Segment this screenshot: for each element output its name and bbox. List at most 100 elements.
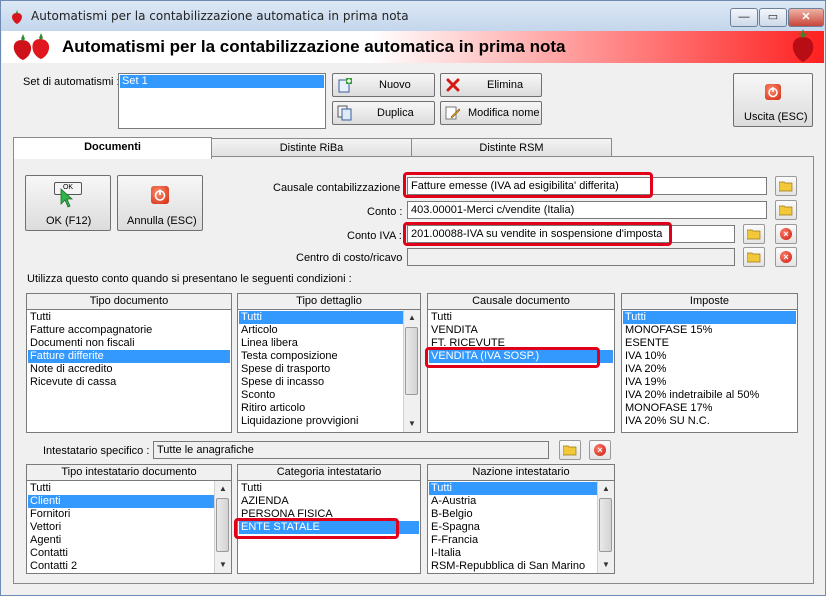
tipo-intestatario-scrollbar[interactable]: ▲ ▼ [214, 481, 231, 573]
list-item[interactable]: Tutti [239, 482, 419, 495]
close-window-button[interactable]: ✕ [788, 8, 824, 27]
tab-distinte-rsm[interactable]: Distinte RSM [411, 138, 612, 158]
list-item[interactable]: AZIENDA [239, 495, 419, 508]
duplica-button[interactable]: Duplica [332, 101, 435, 125]
centro-field[interactable] [407, 248, 735, 266]
list-item[interactable]: Fornitori [28, 508, 214, 521]
scroll-up-icon[interactable]: ▲ [598, 482, 614, 496]
list-item[interactable]: IVA 10% [623, 350, 796, 363]
list-item[interactable]: B-Belgio [429, 508, 597, 521]
list-item[interactable]: Liquidazione provvigioni [239, 415, 403, 428]
list-item[interactable]: IVA 20% SU N.C. [623, 415, 796, 428]
list-item[interactable]: Agenti [28, 534, 214, 547]
list-item[interactable]: Tutti [429, 311, 613, 324]
list-item[interactable]: VENDITA [429, 324, 613, 337]
folder-icon [779, 205, 793, 216]
elimina-label: Elimina [487, 79, 524, 91]
highlight-causale [403, 172, 653, 198]
scroll-down-icon[interactable]: ▼ [404, 417, 420, 431]
set-list[interactable]: Set 1 [118, 73, 326, 129]
conditions-label: Utilizza questo conto quando si presenta… [27, 273, 352, 285]
set-list-item[interactable]: Set 1 [120, 75, 324, 88]
list-item[interactable]: Contatti 2 [28, 560, 214, 573]
list-item[interactable]: Vettori [28, 521, 214, 534]
list-item[interactable]: Fatture accompagnatorie [28, 324, 230, 337]
tipo-dettaglio-list[interactable]: Tutti Articolo Linea libera Testa composizi… [237, 309, 421, 433]
list-item[interactable]: Articolo [239, 324, 403, 337]
scrollbar-thumb[interactable] [216, 498, 229, 552]
list-item[interactable]: E-Spagna [429, 521, 597, 534]
edit-pencil-icon [445, 106, 461, 120]
tab-distinte-riba[interactable]: Distinte RiBa [211, 138, 412, 158]
nazione-intestatario-header: Nazione intestatario [427, 464, 615, 480]
list-item[interactable]: Fatture differite [28, 350, 230, 363]
list-item[interactable]: Tutti [28, 482, 214, 495]
conto-browse-button[interactable] [775, 200, 797, 220]
maximize-button[interactable]: ▭ [759, 8, 787, 27]
imposte-header: Imposte [621, 293, 798, 309]
uscita-button[interactable]: Uscita (ESC) [733, 73, 813, 127]
nazione-intestatario-scrollbar[interactable]: ▲ ▼ [597, 481, 614, 573]
elimina-button[interactable]: Elimina [440, 73, 542, 97]
scroll-up-icon[interactable]: ▲ [404, 311, 420, 325]
scroll-up-icon[interactable]: ▲ [215, 482, 231, 496]
cancel-power-icon [151, 186, 169, 204]
list-item[interactable]: A-Austria [429, 495, 597, 508]
tipo-dettaglio-scrollbar[interactable]: ▲ ▼ [403, 310, 420, 432]
list-item[interactable]: Sconto [239, 389, 403, 402]
scroll-down-icon[interactable]: ▼ [215, 558, 231, 572]
contoiva-browse-button[interactable] [743, 224, 765, 244]
new-document-icon [338, 78, 352, 93]
centro-clear-button[interactable]: × [775, 247, 797, 267]
list-item[interactable]: Linea libera [239, 337, 403, 350]
list-item[interactable]: Ricevute di cassa [28, 376, 230, 389]
list-item[interactable]: Spese di incasso [239, 376, 403, 389]
imposte-list[interactable]: Tutti MONOFASE 15% ESENTE IVA 10% IVA 20% IVA… [621, 309, 798, 433]
tipo-intestatario-header: Tipo intestatario documento [26, 464, 232, 480]
contoiva-clear-button[interactable]: × [775, 224, 797, 244]
tipo-documento-list[interactable]: Tutti Fatture accompagnatorie Documenti no… [26, 309, 232, 433]
highlight-vendita-iva-sosp [425, 347, 600, 368]
header-title: Automatismi per la contabilizzazione aut… [62, 37, 566, 56]
list-item[interactable]: Spese di trasporto [239, 363, 403, 376]
intestatario-browse-button[interactable] [559, 440, 581, 460]
nuovo-label: Nuovo [379, 79, 411, 91]
conto-field[interactable]: 403.00001-Merci c/vendite (Italia) [407, 201, 767, 219]
causale-documento-list[interactable]: Tutti VENDITA FT. RICEVUTE VENDITA (IVA SOS… [427, 309, 615, 433]
list-item[interactable]: Tutti [28, 311, 230, 324]
ok-button[interactable]: OK OK (F12) [25, 175, 111, 231]
scrollbar-thumb[interactable] [405, 327, 418, 395]
annulla-button[interactable]: Annulla (ESC) [117, 175, 203, 231]
list-item[interactable]: Ritiro articolo [239, 402, 403, 415]
list-item[interactable]: F-Francia [429, 534, 597, 547]
list-item[interactable]: Note di accredito [28, 363, 230, 376]
nuovo-button[interactable]: Nuovo [332, 73, 435, 97]
list-item[interactable]: RSM-Repubblica di San Marino [429, 560, 597, 573]
scrollbar-thumb[interactable] [599, 498, 612, 552]
list-item[interactable]: Documenti non fiscali [28, 337, 230, 350]
list-item[interactable]: IVA 19% [623, 376, 796, 389]
list-item[interactable]: Clienti [28, 495, 214, 508]
causale-browse-button[interactable] [775, 176, 797, 196]
list-item[interactable]: Testa composizione [239, 350, 403, 363]
centro-browse-button[interactable] [743, 247, 765, 267]
minimize-button[interactable]: — [730, 8, 758, 27]
nazione-intestatario-list[interactable]: Tutti A-Austria B-Belgio E-Spagna F-Francia I… [427, 480, 615, 574]
tipo-intestatario-list[interactable]: Tutti Clienti Fornitori Vettori Agenti Contat… [26, 480, 232, 574]
list-item[interactable]: Tutti [623, 311, 796, 324]
list-item[interactable]: IVA 20% indetraibile al 50% [623, 389, 796, 402]
list-item[interactable]: ESENTE [623, 337, 796, 350]
list-item[interactable]: I-Italia [429, 547, 597, 560]
list-item[interactable]: Contatti [28, 547, 214, 560]
intestatario-field[interactable]: Tutte le anagrafiche [153, 441, 549, 459]
highlight-ente-statale [234, 518, 399, 539]
list-item[interactable]: IVA 20% [623, 363, 796, 376]
list-item[interactable]: MONOFASE 15% [623, 324, 796, 337]
modifica-nome-button[interactable]: Modifica nome [440, 101, 542, 125]
intestatario-clear-button[interactable]: × [589, 440, 611, 460]
list-item[interactable]: Tutti [429, 482, 597, 495]
scroll-down-icon[interactable]: ▼ [598, 558, 614, 572]
tab-documenti[interactable]: Documenti [13, 137, 212, 159]
list-item[interactable]: MONOFASE 17% [623, 402, 796, 415]
list-item[interactable]: Tutti [239, 311, 403, 324]
